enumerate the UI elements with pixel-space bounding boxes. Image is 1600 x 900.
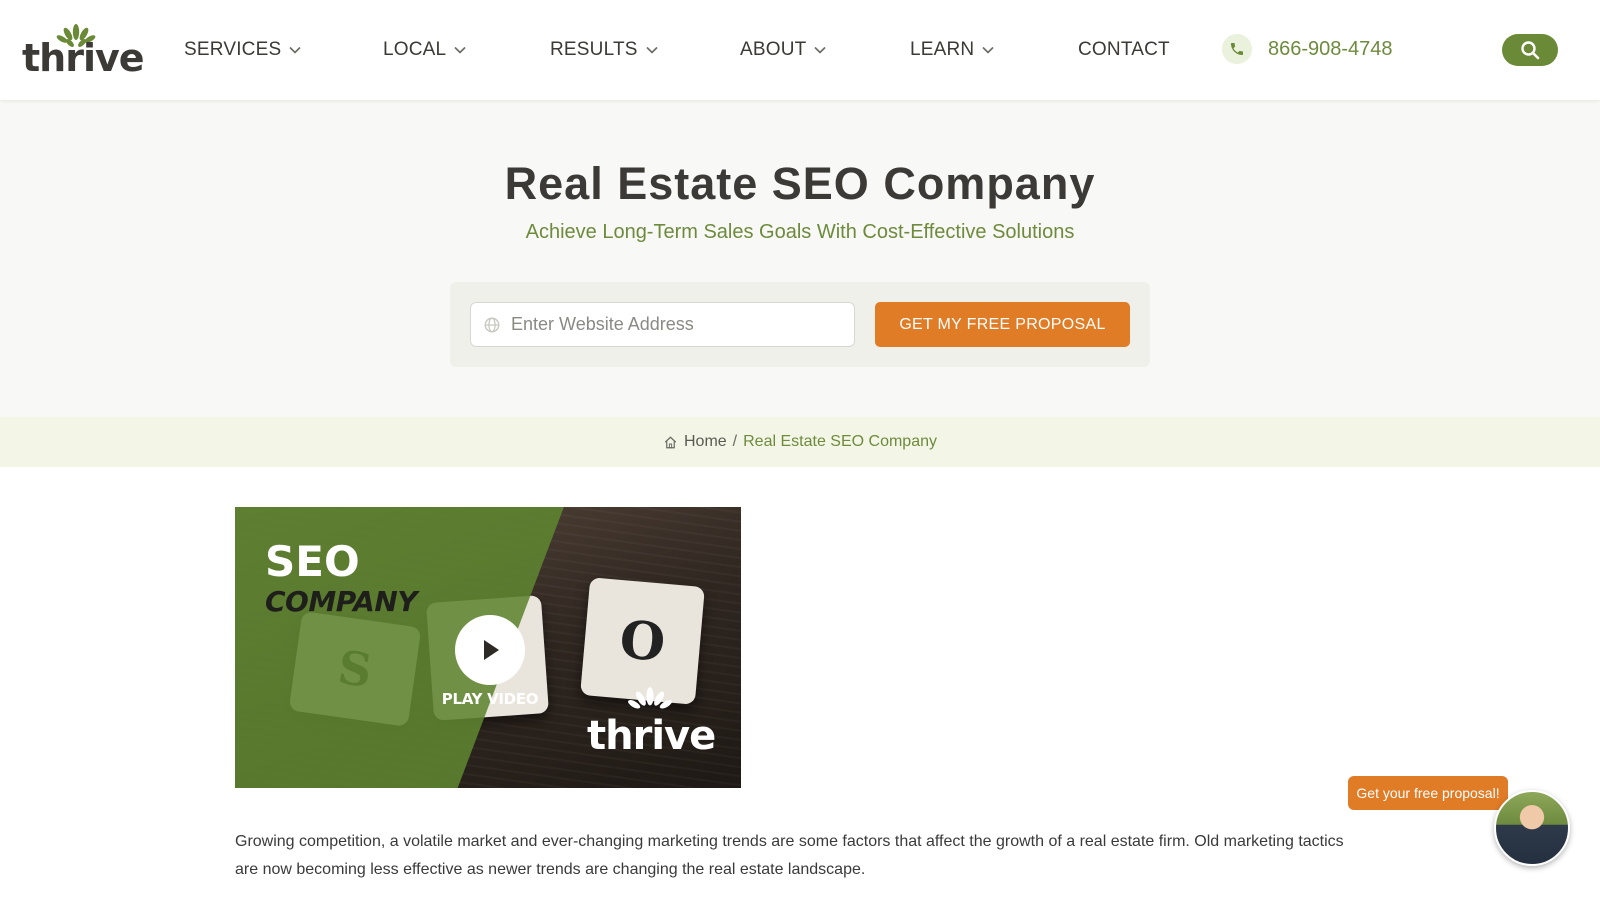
search-icon xyxy=(1521,41,1540,60)
chevron-down-icon xyxy=(814,44,827,56)
home-icon[interactable] xyxy=(663,435,678,450)
page-subtitle: Achieve Long-Term Sales Goals With Cost-… xyxy=(525,221,1075,243)
video-thumbnail[interactable]: S E O SEO COMPANY PLAY VIDEO thrive xyxy=(235,507,741,788)
page-title: Real Estate SEO Company xyxy=(504,158,1096,209)
chat-bubble[interactable]: Get your free proposal! xyxy=(1348,776,1508,810)
video-thrive-logo: thrive xyxy=(587,687,717,763)
phone-icon xyxy=(1222,34,1252,64)
chevron-down-icon xyxy=(454,44,466,56)
breadcrumb: Home / Real Estate SEO Company xyxy=(0,417,1600,467)
site-header: thrive SERVICES LOCAL RESULTS ABOUT LEAR… xyxy=(0,0,1600,100)
nav-results[interactable]: RESULTS xyxy=(550,39,658,61)
nav-local[interactable]: LOCAL xyxy=(383,39,466,61)
nav-label: LEARN xyxy=(910,39,975,60)
proposal-form: GET MY FREE PROPOSAL xyxy=(450,282,1150,367)
chevron-down-icon xyxy=(646,44,658,56)
play-icon[interactable] xyxy=(455,615,525,685)
logo-wordmark: thrive xyxy=(22,36,145,80)
nav-label: CONTACT xyxy=(1078,39,1170,60)
website-address-input[interactable] xyxy=(511,314,851,335)
nav-about[interactable]: ABOUT xyxy=(740,39,827,61)
intro-paragraph: Growing competition, a volatile market a… xyxy=(235,833,1344,878)
nav-label: LOCAL xyxy=(383,39,447,60)
chat-avatar[interactable] xyxy=(1494,790,1570,866)
chevron-down-icon xyxy=(982,44,994,56)
nav-services[interactable]: SERVICES xyxy=(184,39,301,61)
nav-label: RESULTS xyxy=(550,39,638,60)
globe-icon xyxy=(484,317,500,332)
phone-number: 866-908-4748 xyxy=(1268,37,1393,60)
chevron-down-icon xyxy=(289,44,301,56)
play-video-label: PLAY VIDEO xyxy=(441,690,539,708)
breadcrumb-home-link[interactable]: Home xyxy=(684,433,727,451)
search-button[interactable] xyxy=(1502,34,1558,66)
video-title-seo: SEO xyxy=(265,537,360,586)
get-proposal-button[interactable]: GET MY FREE PROPOSAL xyxy=(875,302,1130,347)
website-field[interactable] xyxy=(470,302,855,347)
thrive-logo[interactable]: thrive xyxy=(22,22,145,80)
phone-link[interactable]: 866-908-4748 xyxy=(1222,34,1393,64)
video-title-company: COMPANY xyxy=(265,585,418,618)
breadcrumb-separator: / xyxy=(732,433,738,450)
nav-contact[interactable]: CONTACT xyxy=(1078,39,1170,61)
nav-learn[interactable]: LEARN xyxy=(910,39,994,61)
breadcrumb-current: Real Estate SEO Company xyxy=(743,433,937,450)
video-logo-wordmark: thrive xyxy=(587,713,716,759)
breadcrumb-band: Home / Real Estate SEO Company xyxy=(0,417,1600,467)
nav-label: ABOUT xyxy=(740,39,807,60)
nav-label: SERVICES xyxy=(184,39,282,60)
